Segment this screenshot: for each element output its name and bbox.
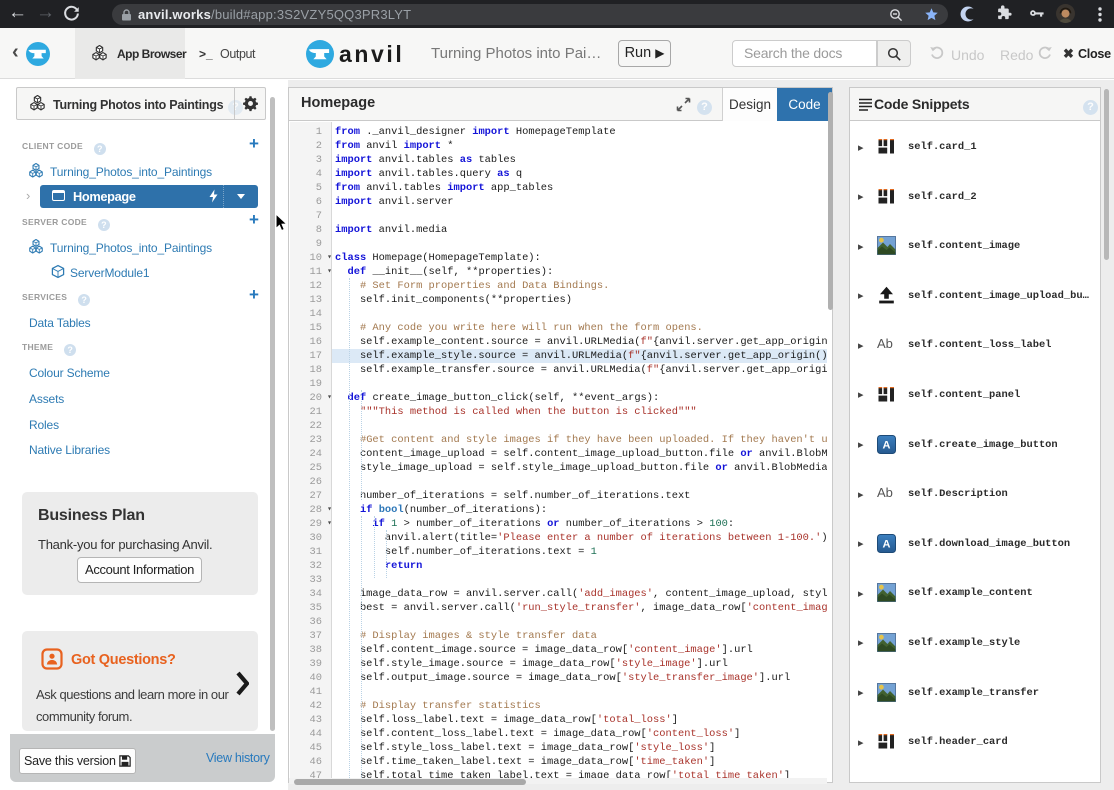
svg-text:A: A <box>883 538 891 550</box>
svg-text:A: A <box>883 439 891 451</box>
